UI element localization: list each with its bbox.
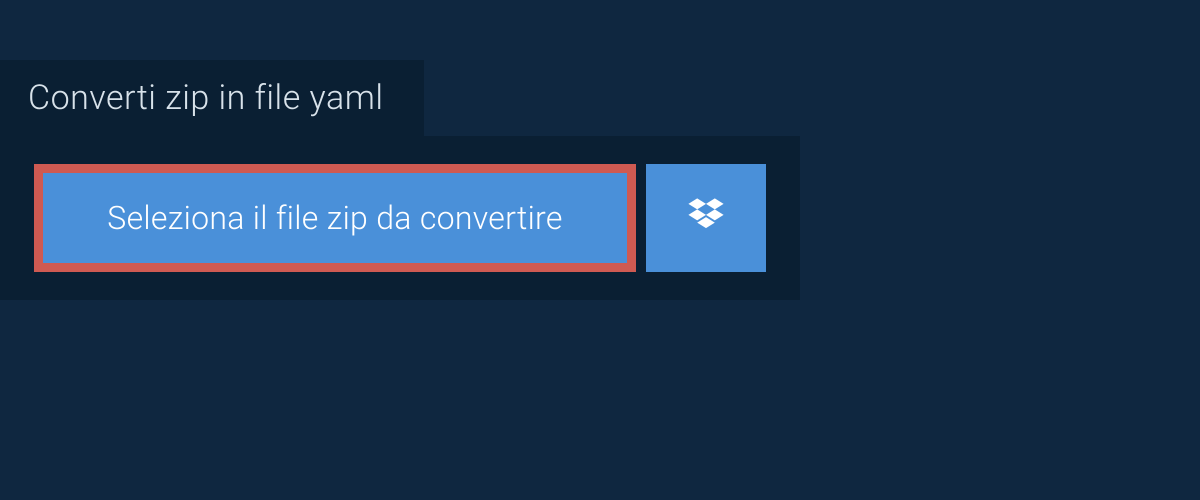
- button-row: Seleziona il file zip da convertire: [34, 164, 766, 272]
- convert-panel: Seleziona il file zip da convertire: [0, 136, 800, 300]
- tab-label: Converti zip in file yaml: [28, 78, 384, 118]
- tab-bar: Converti zip in file yaml: [0, 0, 1200, 136]
- dropbox-icon: [684, 194, 728, 242]
- select-file-label: Seleziona il file zip da convertire: [107, 199, 562, 237]
- select-file-button[interactable]: Seleziona il file zip da convertire: [34, 164, 636, 272]
- tab-convert[interactable]: Converti zip in file yaml: [0, 60, 424, 136]
- dropbox-button[interactable]: [646, 164, 766, 272]
